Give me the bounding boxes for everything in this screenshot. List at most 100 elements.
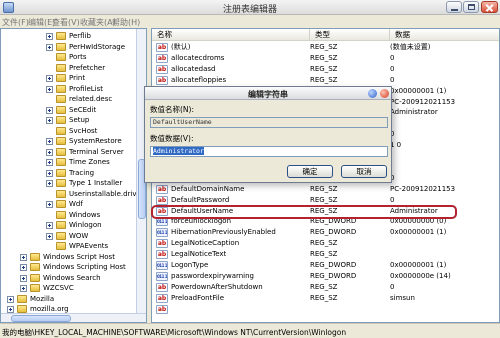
folder-icon [56, 116, 66, 124]
tree-item-label: Wdf [69, 200, 83, 208]
title-bar[interactable]: 注册表编辑器 [0, 0, 500, 15]
value-type: REG_SZ [310, 75, 338, 84]
value-row[interactable]: ab DefaultUserName REG_SZ Administrator [152, 206, 499, 217]
expand-icon[interactable] [46, 232, 53, 240]
expand-icon[interactable] [20, 285, 27, 292]
tree-item-label: WOW [69, 231, 89, 240]
folder-icon [56, 105, 66, 114]
value-row[interactable]: ab PreloadFontFile REG_SZ simsun [152, 293, 499, 304]
tree-horizontal-scrollbar[interactable] [1, 313, 146, 322]
string-value-icon: ab [156, 64, 168, 74]
value-name: LegalNoticeText [171, 250, 227, 259]
expand-icon[interactable] [46, 180, 53, 187]
value-name: allocatefloppies [171, 75, 227, 84]
value-data: 0 [390, 75, 395, 84]
value-row[interactable]: ab (默认) REG_SZ (数值未设置) [152, 42, 499, 53]
folder-icon [56, 84, 66, 93]
value-name: DefaultPassword [171, 195, 230, 204]
header-name[interactable]: 名称 [152, 29, 310, 41]
close-button[interactable] [481, 1, 498, 13]
expand-icon[interactable] [46, 148, 53, 156]
value-row[interactable]: ab DefaultPassword REG_SZ 0 [152, 195, 499, 206]
value-type: REG_SZ [310, 195, 338, 204]
dialog-close-icon[interactable] [380, 89, 389, 98]
tree-item-label: Mozilla [30, 294, 55, 303]
dword-value-icon: 011 110 [156, 261, 168, 270]
value-data: 0x00000001 (1) [390, 86, 447, 95]
value-row[interactable]: 011 110forceunlocklogon REG_DWORD 0x000000… [152, 216, 499, 227]
value-row[interactable]: 011 110LogonType REG_DWORD 0x00000001 (1) [152, 260, 499, 271]
value-data-label: 数值数据(V): [150, 134, 194, 143]
folder-icon [30, 273, 40, 282]
folder-icon [17, 294, 27, 303]
value-row[interactable]: ab PowerdownAfterShutdown REG_SZ 0 [152, 282, 499, 293]
tree-item-label: ProfileList [69, 84, 104, 93]
value-row[interactable]: ab allocatedasd REG_SZ 0 [152, 64, 499, 75]
value-name: DefaultUserName [171, 206, 234, 215]
value-row[interactable]: ab [152, 304, 499, 315]
tree-hscroll-thumb[interactable] [11, 315, 71, 322]
folder-icon [56, 189, 66, 198]
menu-item[interactable]: 文件(F) [2, 17, 29, 28]
expand-icon[interactable] [7, 306, 14, 313]
value-type: REG_SZ [310, 239, 338, 248]
tree-item-label: Perflib [69, 32, 91, 40]
folder-icon [56, 95, 66, 103]
expand-icon[interactable] [46, 201, 53, 208]
folder-icon [56, 53, 66, 61]
expand-icon[interactable] [46, 169, 53, 177]
value-name: LogonType [171, 261, 209, 269]
tree-item-label: Time Zones [69, 158, 110, 166]
folder-icon [56, 32, 66, 40]
dialog-title-bar[interactable]: 编辑字符串 [145, 87, 391, 100]
registry-key-tree[interactable]: Perflib PerHwIdStorage Ports Prefetcher Prin… [0, 28, 147, 323]
string-value-icon: ab [156, 250, 168, 260]
expand-icon[interactable] [46, 138, 53, 145]
menu-item[interactable]: 查看(V) [52, 17, 80, 28]
ok-button[interactable]: 确定 [287, 165, 333, 178]
string-value-icon: ab [156, 304, 168, 314]
expand-icon[interactable] [20, 253, 27, 261]
expand-icon[interactable] [46, 43, 53, 51]
menu-item[interactable]: 收藏夹(A) [80, 17, 116, 28]
expand-icon[interactable] [46, 159, 53, 166]
value-type: REG_SZ [310, 206, 338, 215]
dialog-help-icon[interactable] [368, 89, 377, 98]
tree-item-label: Windows Script Host [43, 252, 115, 261]
value-row[interactable]: ab LegalNoticeCaption REG_SZ [152, 238, 499, 249]
tree-item-label: WZCSVC [43, 284, 74, 292]
maximize-button[interactable] [463, 1, 479, 13]
value-data: Administrator [390, 108, 438, 117]
expand-icon[interactable] [7, 295, 14, 303]
expand-icon[interactable] [46, 106, 53, 114]
string-value-icon: ab [156, 195, 168, 205]
value-row[interactable]: 011 110passwordexpirywarning REG_DWORD 0x0… [152, 271, 499, 282]
expand-icon[interactable] [20, 274, 27, 282]
cancel-button[interactable]: 取消 [341, 165, 387, 178]
value-type: REG_DWORD [310, 228, 357, 237]
tree-item-label: Terminal Server [69, 147, 124, 156]
expand-icon[interactable] [46, 33, 53, 40]
value-row[interactable]: 011 110HibernationPreviouslyEnabled REG_D… [152, 227, 499, 238]
minimize-button[interactable] [446, 1, 462, 13]
folder-icon [17, 305, 27, 313]
value-row[interactable]: ab DefaultDomainName REG_SZ PC-200912021153 [152, 184, 499, 195]
value-data-selected-text: Administrator [153, 147, 204, 155]
expand-icon[interactable] [46, 85, 53, 93]
value-type: REG_SZ [310, 293, 338, 302]
menu-item[interactable]: 帮助(H) [112, 17, 140, 28]
header-type[interactable]: 类型 [310, 29, 390, 41]
value-row[interactable]: ab LegalNoticeText REG_SZ [152, 249, 499, 260]
header-data[interactable]: 数据 [390, 29, 499, 41]
expand-icon[interactable] [46, 75, 53, 82]
expand-icon[interactable] [20, 264, 27, 271]
string-value-icon: ab [156, 43, 168, 52]
value-row[interactable]: ab allocatefloppies REG_SZ 0 [152, 75, 499, 86]
expand-icon[interactable] [46, 117, 53, 124]
value-row[interactable]: ab allocatecdroms REG_SZ 0 [152, 53, 499, 64]
tree-item-label: Prefetcher [69, 63, 106, 72]
value-name: allocatedasd [171, 64, 216, 73]
value-data: PC-200912021153 [390, 97, 456, 106]
expand-icon[interactable] [46, 222, 53, 229]
value-data-input[interactable]: Administrator [150, 146, 388, 157]
